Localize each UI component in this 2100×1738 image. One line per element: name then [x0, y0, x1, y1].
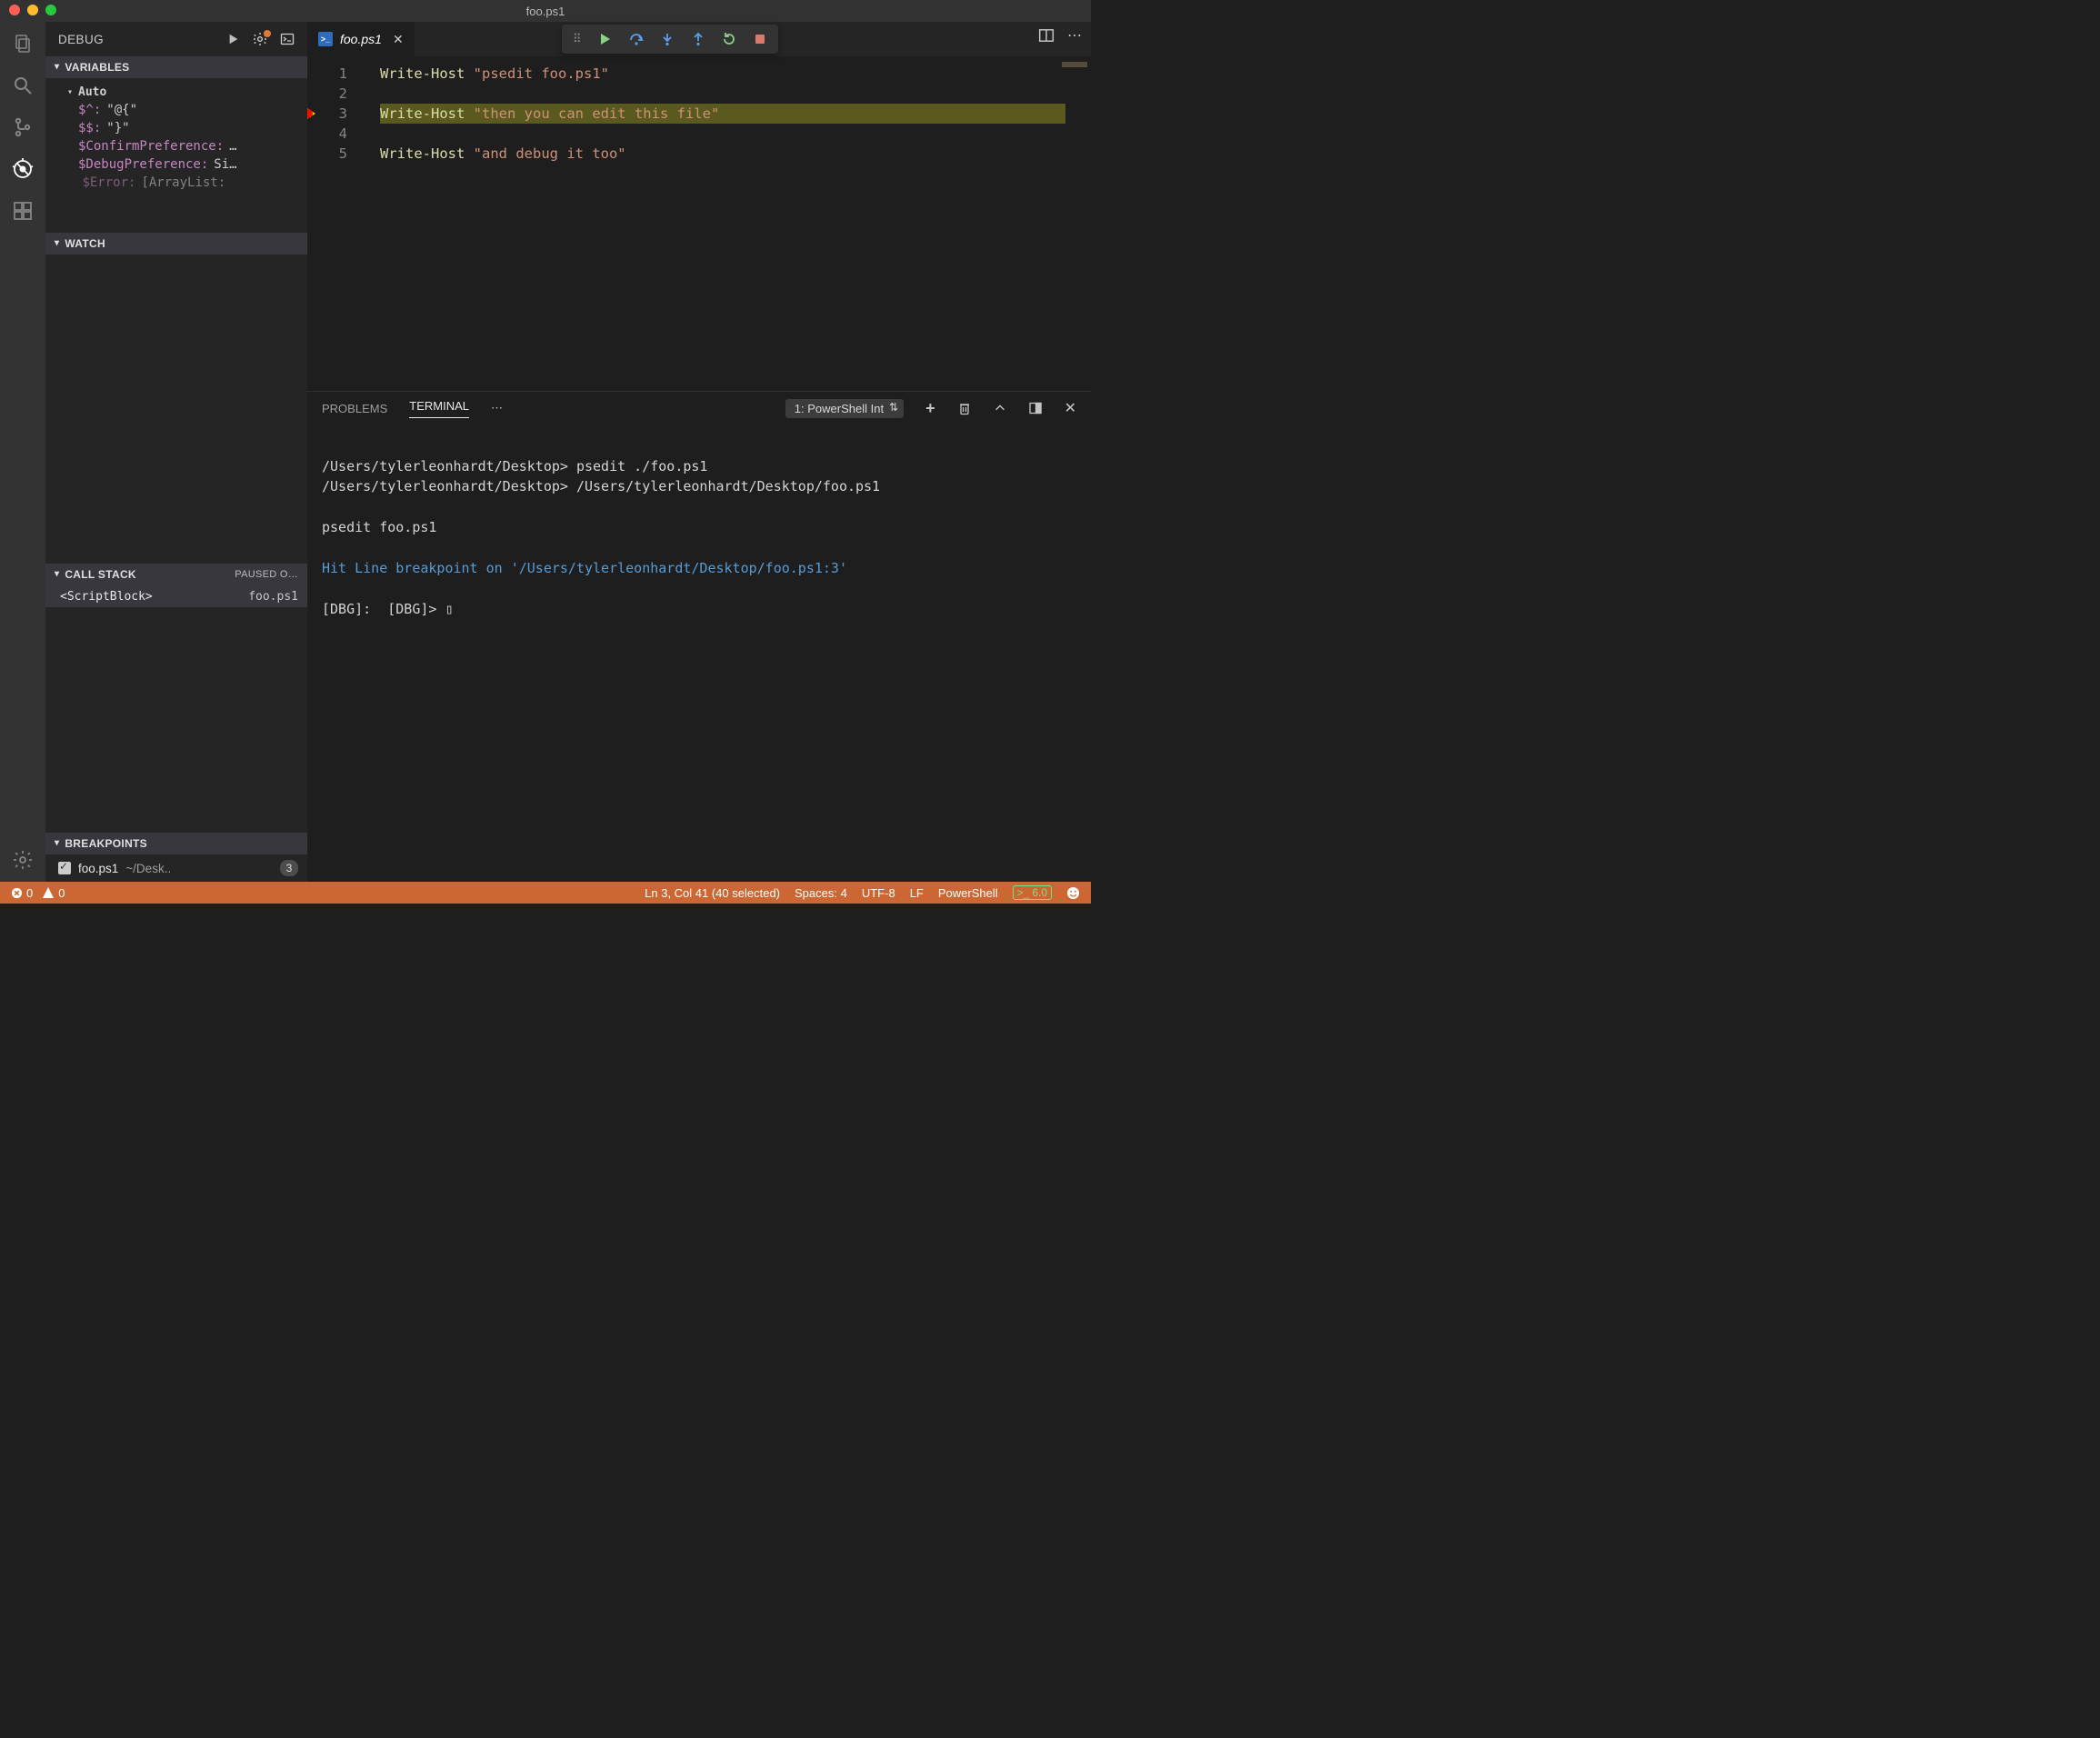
panel-tabs: PROBLEMS TERMINAL ⋯ 1: PowerShell Int +	[307, 392, 1091, 425]
breakpoint-checkbox[interactable]	[58, 862, 71, 874]
callstack-body: <ScriptBlock> foo.ps1	[45, 585, 307, 607]
close-window-button[interactable]	[9, 5, 20, 15]
variables-tree: ▾ Auto $^: "@{" $$: "}" $ConfirmPreferen…	[45, 78, 307, 233]
restart-button[interactable]	[722, 32, 736, 46]
debug-console-button[interactable]	[280, 32, 295, 46]
variable-row[interactable]: $$: "}"	[76, 119, 307, 137]
debug-icon[interactable]	[10, 156, 35, 182]
watch-section-label: WATCH	[65, 237, 105, 250]
minimize-window-button[interactable]	[27, 5, 38, 15]
chevron-down-icon: ▾	[55, 238, 59, 248]
window-controls	[9, 5, 56, 15]
bottom-panel: PROBLEMS TERMINAL ⋯ 1: PowerShell Int +	[307, 391, 1091, 882]
panel-more-button[interactable]: ⋯	[491, 401, 505, 415]
breakpoint-line-badge: 3	[280, 860, 298, 876]
callstack-status: PAUSED O…	[142, 569, 298, 580]
variable-row[interactable]: $ConfirmPreference: …	[76, 137, 307, 155]
variables-auto-label: Auto	[78, 85, 106, 99]
debug-sidebar-title: DEBUG	[58, 33, 215, 46]
panel-maximize-button[interactable]	[1028, 401, 1043, 415]
chevron-down-icon: ▾	[55, 569, 59, 579]
variable-row[interactable]: $DebugPreference: Si…	[76, 155, 307, 174]
chevron-down-icon: ▾	[67, 87, 73, 97]
vscode-window: foo.ps1	[0, 0, 1091, 904]
extensions-icon[interactable]	[10, 198, 35, 224]
variables-auto-group[interactable]: ▾ Auto	[64, 82, 307, 101]
watch-body	[45, 255, 307, 564]
start-debug-button[interactable]	[227, 33, 240, 45]
powershell-file-icon: >_	[318, 32, 333, 46]
callstack-section-label: CALL STACK	[65, 568, 136, 581]
step-out-button[interactable]	[691, 32, 705, 46]
panel-close-button[interactable]: ✕	[1065, 399, 1076, 417]
variables-section-header[interactable]: ▾ VARIABLES	[45, 56, 307, 78]
watch-section-header[interactable]: ▾ WATCH	[45, 233, 307, 255]
debug-sidebar: DEBUG ▾ VARIABLES ▾ A	[45, 22, 307, 882]
step-over-button[interactable]	[629, 32, 644, 46]
debug-config-button[interactable]	[253, 32, 267, 46]
more-actions-button[interactable]: ⋯	[1067, 26, 1084, 45]
status-spaces[interactable]: Spaces: 4	[795, 886, 847, 900]
terminal-output[interactable]: /Users/tylerleonhardt/Desktop> psedit ./…	[307, 425, 1091, 882]
breakpoints-section-label: BREAKPOINTS	[65, 837, 147, 850]
callstack-section-header[interactable]: ▾ CALL STACK PAUSED O…	[45, 564, 307, 585]
tab-close-button[interactable]: ✕	[393, 32, 404, 47]
breakpoints-section-header[interactable]: ▾ BREAKPOINTS	[45, 833, 307, 854]
tab-terminal[interactable]: TERMINAL	[409, 399, 469, 418]
editor-tabs: >_ foo.ps1 ✕ ⠿	[307, 22, 1091, 56]
stop-button[interactable]	[753, 32, 767, 46]
minimap[interactable]	[1062, 62, 1087, 71]
explorer-icon[interactable]	[10, 31, 35, 56]
variable-row[interactable]: $^: "@{"	[76, 101, 307, 119]
editor-actions: ⋯	[1038, 26, 1084, 45]
zoom-window-button[interactable]	[45, 5, 56, 15]
new-terminal-button[interactable]: +	[925, 399, 935, 418]
status-eol[interactable]: LF	[910, 886, 924, 900]
variable-row[interactable]: ▸$Error: [ArrayList:	[76, 174, 307, 192]
code-content: Write-Host "psedit foo.ps1" Write-Host "…	[380, 64, 1064, 164]
settings-icon[interactable]	[10, 847, 35, 873]
tab-problems[interactable]: PROBLEMS	[322, 402, 387, 415]
step-into-button[interactable]	[660, 32, 675, 46]
status-powershell-terminal[interactable]: >_ 6.0	[1013, 885, 1052, 900]
status-bar: 0 0 Ln 3, Col 41 (40 selected) Spaces: 4…	[0, 882, 1091, 904]
debug-sidebar-header: DEBUG	[45, 22, 307, 56]
status-errors[interactable]: 0	[11, 886, 33, 900]
split-editor-button[interactable]	[1038, 27, 1055, 44]
chevron-down-icon: ▾	[55, 838, 59, 848]
breakpoint-row[interactable]: foo.ps1 ~/Desk.. 3	[45, 854, 307, 882]
status-encoding[interactable]: UTF-8	[862, 886, 895, 900]
editor-tab-foo[interactable]: >_ foo.ps1 ✕	[307, 22, 415, 56]
window-title: foo.ps1	[526, 5, 565, 18]
callstack-frame[interactable]: <ScriptBlock> foo.ps1	[45, 585, 307, 607]
kill-terminal-button[interactable]	[957, 401, 972, 415]
continue-button[interactable]	[598, 32, 613, 46]
search-icon[interactable]	[10, 73, 35, 98]
debug-toolbar: ⠿	[562, 25, 778, 54]
terminal-icon: >_	[1017, 886, 1030, 899]
breakpoint-file: foo.ps1	[78, 862, 118, 875]
debug-toolbar-drag-handle[interactable]: ⠿	[573, 32, 582, 46]
chevron-down-icon: ▾	[55, 62, 59, 72]
breakpoint-path: ~/Desk..	[125, 862, 171, 875]
activity-bar	[0, 22, 45, 882]
panel-up-button[interactable]	[994, 402, 1006, 415]
status-warnings[interactable]: 0	[42, 886, 65, 900]
status-cursor[interactable]: Ln 3, Col 41 (40 selected)	[645, 886, 780, 900]
variables-section-label: VARIABLES	[65, 61, 129, 74]
feedback-button[interactable]	[1066, 886, 1080, 900]
terminal-selector[interactable]: 1: PowerShell Int	[785, 399, 904, 418]
scm-icon[interactable]	[10, 115, 35, 140]
status-language[interactable]: PowerShell	[938, 886, 998, 900]
line-number-gutter: 1 2 3 4 5	[307, 56, 360, 391]
code-editor[interactable]: 1 2 3 4 5 Write-Host "psedit foo.ps1" Wr…	[307, 56, 1091, 391]
titlebar: foo.ps1	[0, 0, 1091, 22]
tab-filename: foo.ps1	[340, 32, 382, 46]
